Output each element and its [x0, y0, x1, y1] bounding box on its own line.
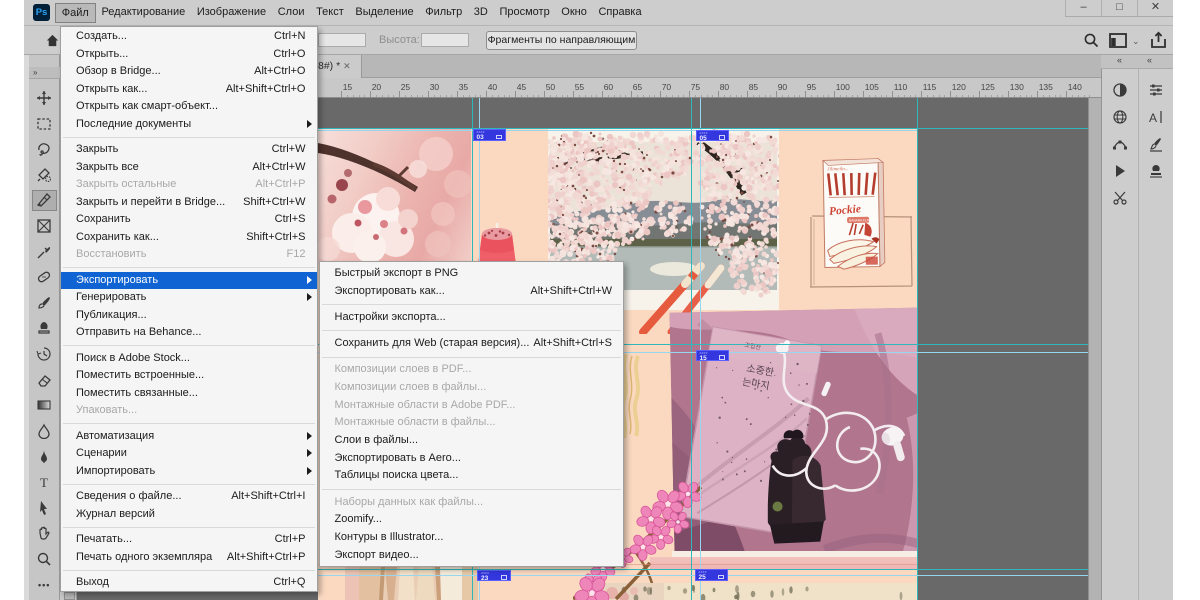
svg-text:BANANA FLAVOUR: BANANA FLAVOUR — [849, 218, 878, 223]
svg-text:A: A — [1149, 111, 1157, 125]
svg-text:Jilimeiln...: Jilimeiln... — [827, 167, 848, 172]
svg-text:T: T — [40, 475, 48, 490]
